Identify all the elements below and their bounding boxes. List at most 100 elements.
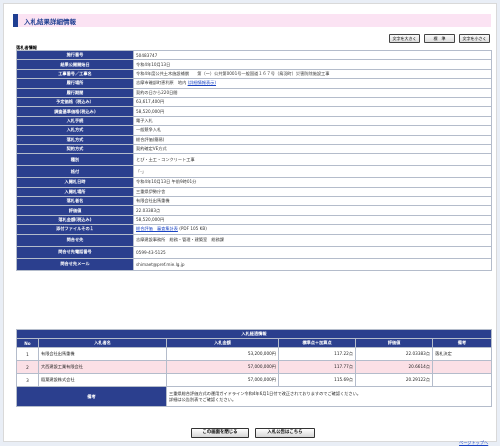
info-label: 履行期間 — [16, 87, 134, 98]
bid-remark: 落札決定 — [432, 347, 492, 361]
page-frame: 入札結果詳細情報 文字を大きく 標 準 文字を小さく 落札者情報 施行番号 50… — [3, 3, 497, 445]
info-value: 一般競争入札 — [133, 125, 492, 136]
info-value: 50483747 — [133, 49, 492, 61]
bid-score: 20.6614点 — [355, 360, 433, 374]
info-label: 問合せ先 — [16, 233, 134, 247]
info-row: 種別 とび・土工・コンクリート工事 — [16, 153, 492, 167]
table-row: 1 有限会社出馬重機 53,200,000円 117.22点 22.03383点… — [16, 347, 492, 361]
close-window-button[interactable]: この画面を閉じる — [191, 428, 249, 438]
results-header-row: No 入札者名 入札金額 標準点＋加算点 評価値 備考 — [16, 338, 492, 348]
info-label: 入札手続 — [16, 115, 134, 127]
col-header: 入札者名 — [38, 338, 167, 348]
info-value: とび・土工・コンクリート工事 — [133, 153, 492, 167]
info-label: 調査基準価格(税込み) — [16, 106, 134, 117]
page-top-link[interactable]: ページトップへ — [459, 440, 488, 446]
row-no: 2 — [16, 360, 39, 374]
col-header: 入札金額 — [166, 338, 279, 348]
note-line: 詳細は公告別表でご確認ください。 — [169, 396, 237, 402]
info-label: 工事番号／工事名 — [16, 68, 134, 80]
info-value: 契約確定VE方式 — [133, 143, 492, 155]
table-row: 2 大西建設工業有限会社 57,000,000円 117.77点 20.6614… — [16, 360, 492, 374]
font-larger-button[interactable]: 文字を大きく — [389, 34, 420, 43]
info-value: 令和4年度公共土木施設補償 第（〜）公共第0001号一般国道１６７号（鳥羽町）災… — [133, 68, 492, 80]
info-row: 落札方式 総合評価(簡易) — [16, 134, 492, 145]
col-header: No — [16, 338, 39, 348]
bid-remark — [432, 360, 492, 374]
bid-score: 20.29122点 — [355, 373, 433, 387]
note-row: 備考 三重県総合評価方式の運用ガイドライン令和4年6月1日付で改正されております… — [16, 386, 492, 407]
font-smaller-button[interactable]: 文字を小さく — [459, 34, 490, 43]
info-row: 落札者名 有限会社出馬重機 — [16, 196, 492, 207]
info-value: 63,617,400円 — [133, 96, 492, 108]
bid-results-table: 入札経過情報 No 入札者名 入札金額 標準点＋加算点 評価値 備考 1 有限会… — [16, 329, 492, 407]
info-row: 入札方式 一般競争入札 — [16, 125, 492, 136]
col-header: 備考 — [432, 338, 492, 348]
info-value: 志摩建設事務所 総務・管理・建築室 総務課 — [133, 233, 492, 247]
note-label: 備考 — [16, 386, 167, 407]
attachment-link[interactable]: 総合評価 審査集計表 — [136, 226, 178, 231]
results-caption-row: 入札経過情報 — [16, 329, 492, 339]
info-row: 工事番号／工事名 令和4年度公共土木施設補償 第（〜）公共第0001号一般国道１… — [16, 68, 492, 80]
bid-remark — [432, 373, 492, 387]
col-header: 評価値 — [355, 338, 433, 348]
info-row: 履行期間 契約の日から220日間 — [16, 87, 492, 98]
info-label: 格付 — [16, 165, 134, 179]
font-size-controls: 文字を大きく 標 準 文字を小さく — [389, 34, 490, 43]
attachment-size: (PDF 105 KB) — [179, 226, 207, 232]
info-value: 総合評価(簡易) — [133, 134, 492, 145]
bid-amount: 57,000,000円 — [166, 360, 279, 374]
info-label: 落札方式 — [16, 134, 134, 145]
info-row: 入札手続 電子入札 — [16, 115, 492, 127]
info-label: 落札金額(税込み) — [16, 214, 134, 226]
info-value: 22.03383点 — [133, 205, 492, 216]
bid-amount: 53,200,000円 — [166, 347, 279, 361]
info-value: 有限会社出馬重機 — [133, 196, 492, 207]
info-label: 評価値 — [16, 205, 134, 216]
info-row: 問合せ先 志摩建設事務所 総務・管理・建築室 総務課 — [16, 233, 492, 247]
font-standard-button[interactable]: 標 準 — [424, 34, 455, 43]
info-label: 落札者名 — [16, 196, 134, 207]
row-no: 1 — [16, 347, 39, 361]
info-value: 58,520,000円 — [133, 106, 492, 117]
bidder-name: 有限会社出馬重機 — [38, 347, 167, 361]
info-label: 履行場所 — [16, 78, 134, 89]
page-title-bar: 入札結果詳細情報 — [13, 14, 491, 27]
info-row: 落札金額(税込み) 58,520,000円 — [16, 214, 492, 226]
info-label: 問合せ先メール — [16, 257, 134, 271]
note-text: 三重県総合評価方式の運用ガイドライン令和4年6月1日付で改正されておりますのでご… — [166, 386, 492, 407]
info-label: 問合せ先電話番号 — [16, 245, 134, 259]
bid-points: 117.77点 — [278, 360, 356, 374]
info-row: 入開札場所 三重県伊勢庁舎 — [16, 186, 492, 198]
info-value: shimaet@pref.mie.lg.jp — [133, 257, 492, 271]
bid-points: 115.69点 — [278, 373, 356, 387]
info-row: 結果公開開始日 令和4年10月13日 — [16, 59, 492, 70]
info-label: 施行番号 — [16, 49, 134, 61]
info-row: 問合せ先メール shimaet@pref.mie.lg.jp — [16, 257, 492, 271]
info-value: 令和4年10月13日 午前9時01分 — [133, 177, 492, 188]
bidder-name: 稲葉建設株式会社 — [38, 373, 167, 387]
info-label: 契約方式 — [16, 143, 134, 155]
info-row: 予定価格（税込み） 63,617,400円 — [16, 96, 492, 108]
info-value: 契約の日から220日間 — [133, 87, 492, 98]
col-header: 標準点＋加算点 — [278, 338, 356, 348]
info-label: 種別 — [16, 153, 134, 167]
info-label: 添付ファイルその１ — [16, 224, 134, 235]
info-value: 58,520,000円 — [133, 214, 492, 226]
info-row: 契約方式 契約確定VE方式 — [16, 143, 492, 155]
info-value: 0599-43-5125 — [133, 245, 492, 259]
info-row: 評価値 22.03383点 — [16, 205, 492, 216]
location-detail-link[interactable]: (詳細情報表示) — [188, 80, 216, 85]
bottom-buttons: この画面を閉じる 入札公告はこちら — [191, 428, 315, 438]
info-label: 入札方式 — [16, 125, 134, 136]
info-row: 履行場所 志摩市磯部町恵利原 地内 (詳細情報表示) — [16, 78, 492, 89]
results-caption: 入札経過情報 — [16, 329, 492, 339]
info-row: 入開札日時 令和4年10月13日 午前9時01分 — [16, 177, 492, 188]
info-row: 調査基準価格(税込み) 58,520,000円 — [16, 106, 492, 117]
page-title: 入札結果詳細情報 — [24, 18, 76, 26]
info-label: 入開札日時 — [16, 177, 134, 188]
location-text: 志摩市磯部町恵利原 地内 — [136, 80, 187, 86]
info-value: 電子入札 — [133, 115, 492, 127]
bidder-name: 大西建設工業有限会社 — [38, 360, 167, 374]
bid-notice-button[interactable]: 入札公告はこちら — [255, 428, 315, 438]
info-label: 入開札場所 — [16, 186, 134, 198]
